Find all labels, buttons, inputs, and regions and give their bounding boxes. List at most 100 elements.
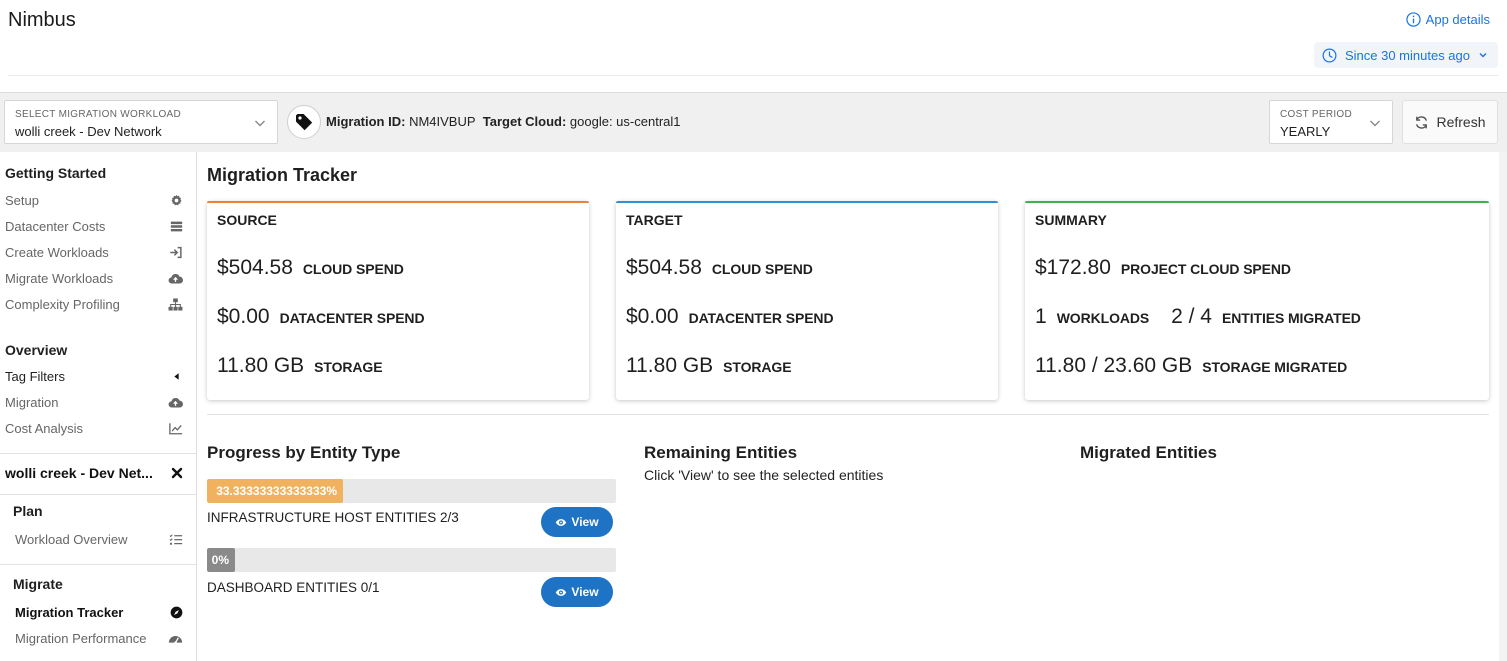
compass-icon xyxy=(170,606,183,618)
metric-label: STORAGE MIGRATED xyxy=(1202,359,1348,375)
metric-label: PROJECT CLOUD SPEND xyxy=(1120,261,1291,277)
sidebar-workload-header[interactable]: wolli creek - Dev Net... xyxy=(0,461,183,485)
migration-id-label: Migration ID: xyxy=(326,114,406,129)
metric-label: CLOUD SPEND xyxy=(302,261,404,277)
source-storage: 11.80 GB STORAGE xyxy=(217,354,383,378)
sidebar-divider xyxy=(0,494,196,495)
source-cloud-spend: $504.58 CLOUD SPEND xyxy=(217,256,404,280)
chevron-down-icon xyxy=(1479,53,1487,58)
progress-bar-dashboard: 0% xyxy=(207,548,616,572)
migration-info: Migration ID: NM4IVBUP Target Cloud: goo… xyxy=(326,114,681,129)
view-button-label: View xyxy=(571,585,599,599)
server-icon xyxy=(170,221,183,231)
sidebar-item-complexity-profiling[interactable]: Complexity Profiling xyxy=(0,292,183,316)
progress-bar-infrastructure-host: 33.33333333333333% xyxy=(207,479,616,503)
refresh-icon xyxy=(1416,115,1428,129)
target-cloud-spend: $504.58 CLOUD SPEND xyxy=(626,256,813,280)
progress-percent: 33.33333333333333% xyxy=(216,484,337,498)
scrollbar[interactable] xyxy=(1499,152,1507,661)
metric-value: 1 xyxy=(1035,305,1047,328)
sidebar-item-datacenter-costs[interactable]: Datacenter Costs xyxy=(0,214,183,238)
chevron-down-icon xyxy=(1370,120,1380,127)
eye-icon xyxy=(556,588,567,596)
metric-value: $504.58 xyxy=(217,256,293,279)
target-card: TARGET $504.58 CLOUD SPEND $0.00 DATACEN… xyxy=(616,201,998,400)
cloud-upload-icon xyxy=(168,397,183,408)
metric-value: 11.80 / 23.60 GB xyxy=(1035,354,1193,377)
sidebar-item-label: Tag Filters xyxy=(5,368,65,384)
cost-period-value: YEARLY xyxy=(1280,124,1331,139)
target-cloud-label: Target Cloud: xyxy=(482,114,567,129)
sidebar-heading-plan: Plan xyxy=(13,503,43,519)
sidebar-item-create-workloads[interactable]: Create Workloads xyxy=(0,240,183,264)
view-infrastructure-host-button[interactable]: View xyxy=(541,507,613,537)
sign-in-icon xyxy=(170,246,182,258)
view-dashboard-button[interactable]: View xyxy=(541,577,613,607)
sidebar-divider xyxy=(0,453,196,454)
source-card: SOURCE $504.58 CLOUD SPEND $0.00 DATACEN… xyxy=(207,201,589,400)
list-icon xyxy=(169,533,183,545)
app-details-link[interactable]: App details xyxy=(1406,12,1490,27)
summary-card-accent xyxy=(1025,201,1489,203)
summary-storage-migrated: 11.80 / 23.60 GB STORAGE MIGRATED xyxy=(1035,354,1347,378)
sidebar-heading-getting-started: Getting Started xyxy=(5,165,107,181)
app-title: Nimbus xyxy=(8,9,76,31)
time-range-picker[interactable]: Since 30 minutes ago xyxy=(1313,42,1498,68)
metric-value: 11.80 GB xyxy=(217,354,305,377)
target-storage: 11.80 GB STORAGE xyxy=(626,354,792,378)
sidebar-item-migration-tracker[interactable]: Migration Tracker xyxy=(0,600,183,624)
sidebar-item-cost-analysis[interactable]: Cost Analysis xyxy=(0,416,183,440)
cost-period-select[interactable]: COST PERIOD YEARLY xyxy=(1269,100,1393,144)
chevron-down-icon xyxy=(255,120,265,127)
sidebar-item-label: Create Workloads xyxy=(5,244,109,260)
summary-card: SUMMARY $172.80 PROJECT CLOUD SPEND 1 WO… xyxy=(1025,201,1489,400)
metric-value: $172.80 xyxy=(1035,256,1111,279)
sidebar-heading-overview: Overview xyxy=(5,342,68,358)
workload-select-value: wolli creek - Dev Network xyxy=(15,124,162,139)
progress-label-infrastructure-host: INFRASTRUCTURE HOST ENTITIES 2/3 xyxy=(207,510,459,525)
sidebar-item-migration[interactable]: Migration xyxy=(0,390,183,414)
sidebar-item-setup[interactable]: Setup xyxy=(0,188,183,212)
dashboard-icon xyxy=(168,635,183,644)
metric-label: ENTITIES MIGRATED xyxy=(1222,310,1361,326)
source-datacenter-spend: $0.00 DATACENTER SPEND xyxy=(217,305,425,329)
caret-left-icon xyxy=(174,372,179,380)
workload-select[interactable]: SELECT MIGRATION WORKLOAD wolli creek - … xyxy=(4,100,278,144)
migration-id: NM4IVBUP xyxy=(409,114,476,129)
close-icon[interactable] xyxy=(171,467,183,479)
sidebar-divider xyxy=(0,564,196,565)
sidebar-heading-migrate: Migrate xyxy=(13,576,63,592)
refresh-button[interactable]: Refresh xyxy=(1402,100,1498,144)
sidebar-item-label: Migrate Workloads xyxy=(5,270,114,286)
metric-label: WORKLOADS xyxy=(1056,310,1150,326)
remaining-entities-hint: Click 'View' to see the selected entitie… xyxy=(644,467,884,483)
progress-percent: 0% xyxy=(211,553,229,567)
sidebar-item-workload-overview[interactable]: Workload Overview xyxy=(0,527,183,551)
target-card-title: TARGET xyxy=(626,212,683,228)
metric-label: CLOUD SPEND xyxy=(711,261,813,277)
gear-icon xyxy=(171,194,182,205)
target-datacenter-spend: $0.00 DATACENTER SPEND xyxy=(626,305,834,329)
metric-value: 11.80 GB xyxy=(626,354,714,377)
sidebar-item-migrate-workloads[interactable]: Migrate Workloads xyxy=(0,266,183,290)
sidebar-item-tag-filters[interactable]: Tag Filters xyxy=(0,364,183,388)
metric-value: $504.58 xyxy=(626,256,702,279)
summary-card-title: SUMMARY xyxy=(1035,212,1107,228)
header-divider xyxy=(8,75,1498,76)
tag-icon xyxy=(296,114,313,131)
metric-value: 2 / 4 xyxy=(1171,305,1212,328)
source-card-title: SOURCE xyxy=(217,212,277,228)
clock-icon xyxy=(1322,48,1337,62)
progress-fill: 33.33333333333333% xyxy=(207,479,343,503)
app-details-label: App details xyxy=(1425,12,1490,27)
cost-period-label: COST PERIOD xyxy=(1280,109,1353,120)
metric-label: DATACENTER SPEND xyxy=(688,310,834,326)
summary-workloads-entities: 1 WORKLOADS 2 / 4 ENTITIES MIGRATED xyxy=(1035,305,1361,329)
refresh-label: Refresh xyxy=(1436,114,1486,130)
migrated-entities-title: Migrated Entities xyxy=(1080,443,1217,462)
sidebar-item-label: Migration xyxy=(5,394,59,410)
progress-fill: 0% xyxy=(207,548,235,572)
sidebar-item-label: Workload Overview xyxy=(15,531,128,547)
metric-label: STORAGE xyxy=(723,359,792,375)
sidebar-item-migration-performance[interactable]: Migration Performance xyxy=(0,626,183,650)
